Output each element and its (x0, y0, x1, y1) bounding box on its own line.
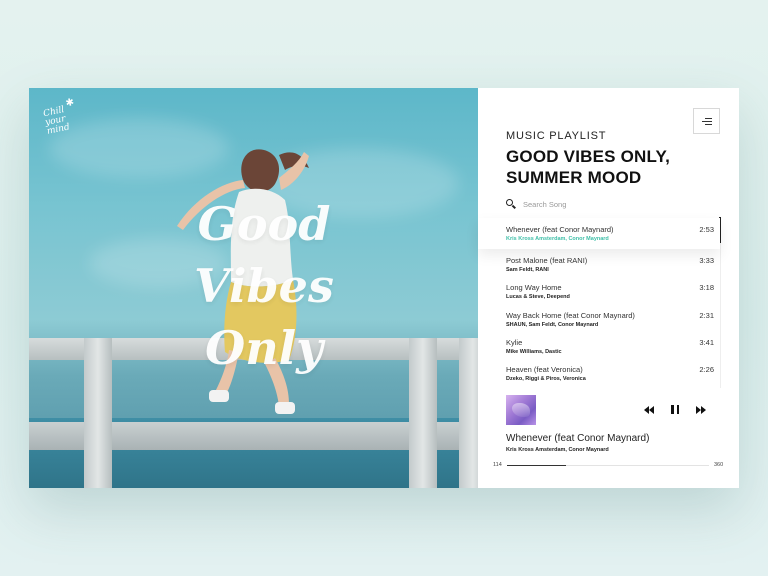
menu-button[interactable] (693, 108, 720, 134)
palm-icon: ✱ (64, 96, 76, 110)
hero-overlay-line: Only (205, 321, 323, 375)
railing-post (409, 338, 437, 488)
next-icon (696, 405, 706, 414)
app-card: ✱ Chill your mind Good Vibes Only MUSIC … (29, 88, 739, 488)
song-artist: Kris Kross Amsterdam, Conor Maynard (506, 236, 609, 242)
song-title: Post Malone (feat RANI) (506, 256, 588, 265)
playback-controls (644, 405, 706, 414)
song-title: Whenever (feat Conor Maynard) (506, 225, 614, 234)
progress-fill (507, 465, 566, 466)
song-item[interactable]: Way Back Home (feat Conor Maynard) SHAUN… (506, 311, 716, 337)
hero-overlay-line: Vibes (194, 259, 334, 313)
next-button[interactable] (696, 405, 706, 414)
album-cover (506, 395, 536, 425)
playlist-panel: MUSIC PLAYLIST GOOD VIBES ONLY, SUMMER M… (478, 88, 739, 488)
hero-overlay-text: Good Vibes Only (179, 193, 349, 379)
song-item[interactable]: Kylie Mike Williams, Dastic 3:41 (506, 338, 716, 364)
song-artist: Mike Williams, Dastic (506, 349, 562, 355)
progress-bar[interactable] (507, 465, 709, 466)
now-playing-artist: Kris Kross Amsterdam, Conor Maynard (506, 447, 609, 453)
search-bar (506, 199, 673, 209)
song-title: Way Back Home (feat Conor Maynard) (506, 311, 635, 320)
railing-post (84, 338, 112, 488)
search-input[interactable] (523, 199, 673, 209)
song-title: Heaven (feat Veronica) (506, 365, 583, 374)
song-list: Whenever (feat Conor Maynard) Kris Kross… (478, 218, 739, 388)
playlist-subtitle: MUSIC PLAYLIST (506, 130, 607, 142)
song-duration: 2:26 (699, 365, 714, 374)
song-title: Kylie (506, 338, 523, 347)
playlist-title-line: SUMMER MOOD (506, 168, 642, 187)
previous-button[interactable] (644, 405, 654, 414)
song-duration: 2:31 (699, 311, 714, 320)
playlist-title: GOOD VIBES ONLY, SUMMER MOOD (506, 146, 670, 188)
pause-icon (671, 405, 679, 414)
search-icon[interactable] (506, 199, 516, 209)
song-duration: 3:33 (699, 256, 714, 265)
total-time: 360 (714, 462, 724, 468)
now-playing-title: Whenever (feat Conor Maynard) (506, 433, 650, 444)
song-item[interactable]: Post Malone (feat RANI) Sam Feldt, RANI … (506, 256, 716, 282)
pause-button[interactable] (671, 405, 679, 414)
song-artist: Lucas & Steve, Deepend (506, 294, 570, 300)
song-artist: Dzeko, Riggi & Piros, Veronica (506, 376, 586, 382)
song-title: Long Way Home (506, 283, 562, 292)
song-duration: 2:53 (699, 225, 714, 234)
song-item[interactable]: Long Way Home Lucas & Steve, Deepend 3:1… (506, 283, 716, 309)
song-item-active[interactable]: Whenever (feat Conor Maynard) Kris Kross… (478, 218, 720, 249)
hero-image: ✱ Chill your mind Good Vibes Only (29, 88, 478, 488)
song-item[interactable]: Heaven (feat Veronica) Dzeko, Riggi & Pi… (506, 365, 716, 391)
song-artist: SHAUN, Sam Feldt, Conor Maynard (506, 322, 599, 328)
hero-overlay-line: Good (197, 197, 331, 251)
song-duration: 3:18 (699, 283, 714, 292)
song-artist: Sam Feldt, RANI (506, 267, 549, 273)
previous-icon (644, 405, 654, 414)
railing-post (459, 338, 478, 488)
current-time: 114 (493, 462, 502, 468)
menu-icon (701, 116, 712, 127)
song-duration: 3:41 (699, 338, 714, 347)
playlist-title-line: GOOD VIBES ONLY, (506, 147, 671, 166)
